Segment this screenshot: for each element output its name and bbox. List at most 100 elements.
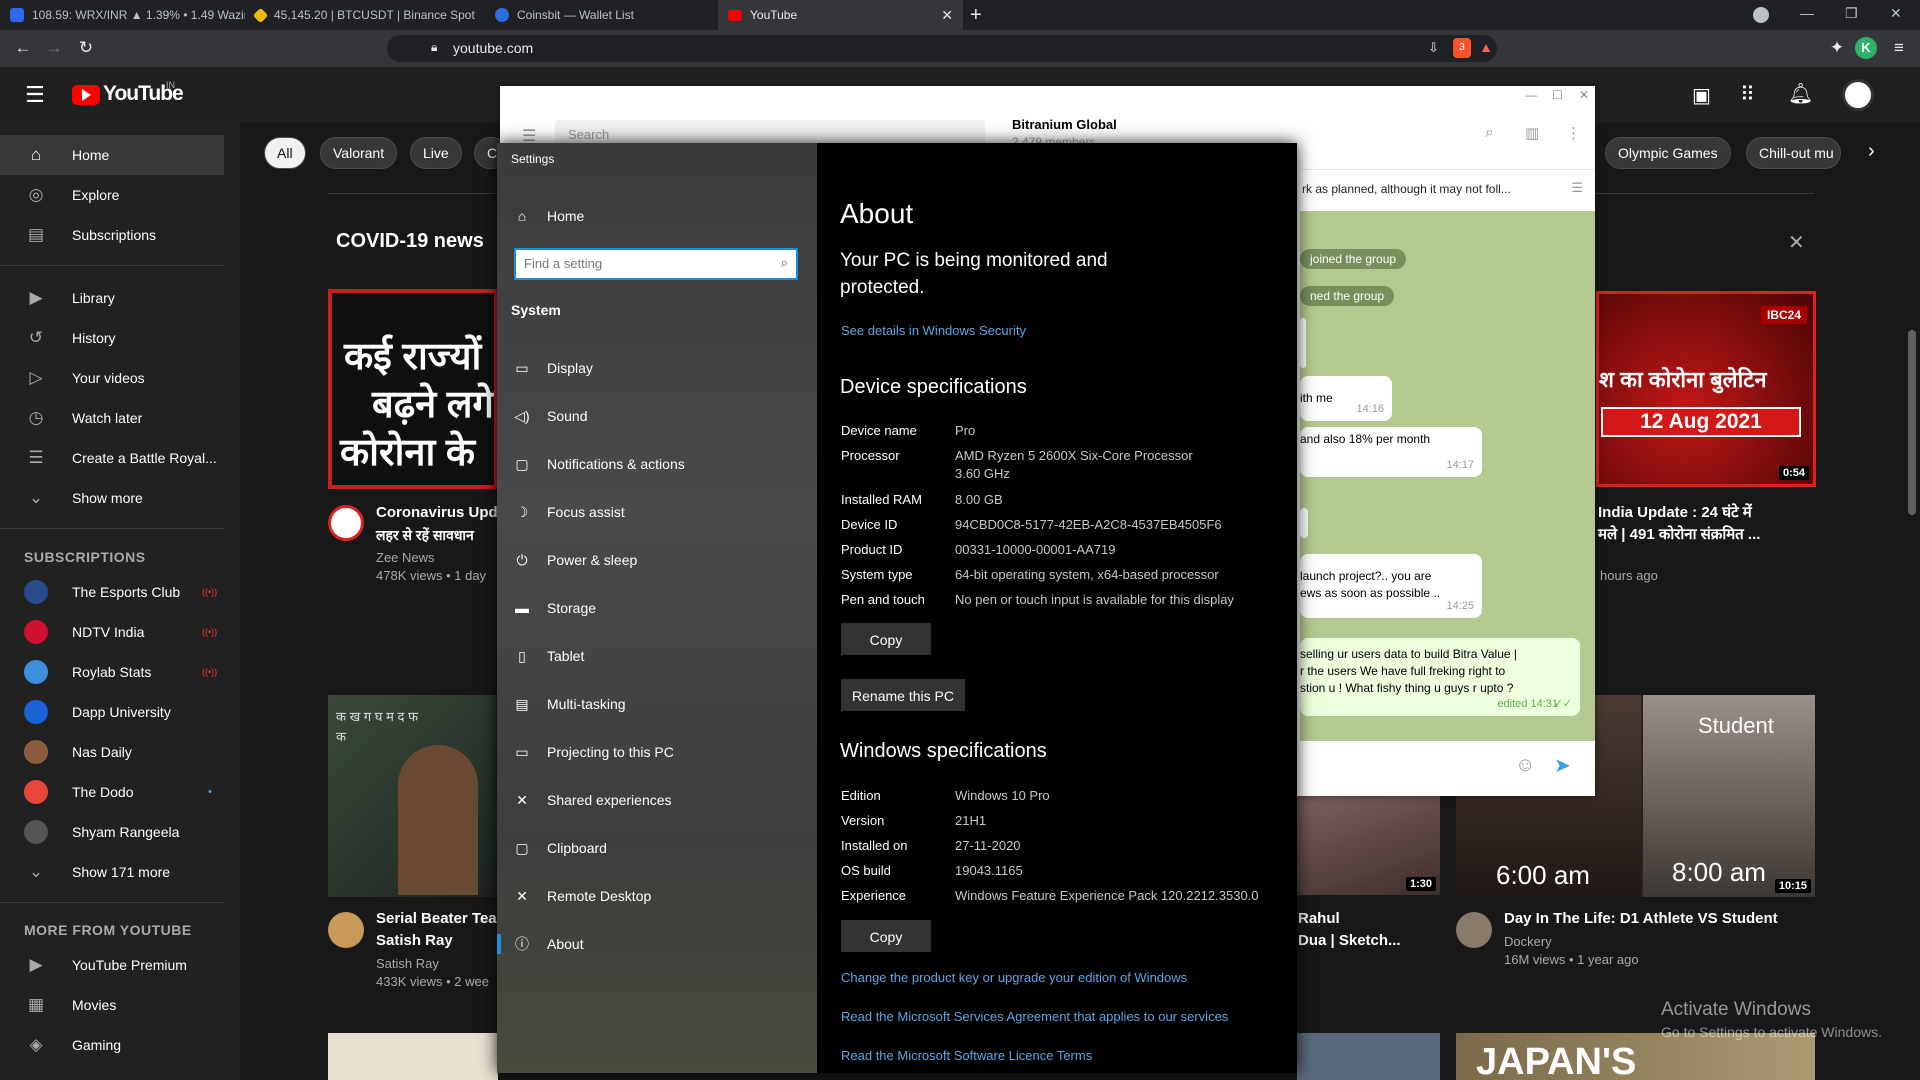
sidebar-item-your-videos[interactable]: ▷ Your videos bbox=[0, 358, 224, 398]
licence-terms-link[interactable]: Read the Microsoft Software Licence Term… bbox=[841, 1048, 1092, 1063]
video-title-line2[interactable]: Satish Ray bbox=[376, 930, 453, 952]
youtube-logo-icon[interactable] bbox=[72, 85, 100, 105]
sidebar-show-more-subs[interactable]: ⌄ Show 171 more bbox=[0, 852, 224, 892]
notifications-bell-icon[interactable]: 🔔︎ bbox=[1788, 81, 1813, 106]
chip-valorant[interactable]: Valorant bbox=[320, 137, 398, 169]
apps-grid-icon[interactable]: ⠿ bbox=[1740, 82, 1755, 107]
channel-avatar[interactable] bbox=[328, 505, 364, 541]
sidebar-item-playlist[interactable]: ☰ Create a Battle Royal... bbox=[0, 438, 224, 478]
video-thumbnail[interactable]: JAPAN'S bbox=[1456, 1033, 1815, 1080]
channel-name[interactable]: Zee News bbox=[376, 548, 435, 568]
sidebar-sub-roylab-stats[interactable]: Roylab Stats ((•)) bbox=[0, 652, 224, 692]
close-tab-icon[interactable]: ✕ bbox=[941, 7, 953, 24]
sidebar-item-explore[interactable]: ◎ Explore bbox=[0, 175, 224, 215]
minimize-browser-icon[interactable]: — bbox=[1800, 5, 1814, 21]
sidebar-item-movies[interactable]: ▦ Movies bbox=[0, 985, 224, 1025]
tg-close-icon[interactable]: ✕ bbox=[1579, 88, 1589, 102]
new-tab-button[interactable]: + bbox=[970, 4, 982, 27]
sidebar-sub-ndtv-india[interactable]: NDTV India ((•)) bbox=[0, 612, 224, 652]
settings-nav-remote-desktop[interactable]: ✕ Remote Desktop bbox=[497, 876, 817, 916]
account-avatar[interactable] bbox=[1842, 79, 1874, 111]
settings-nav-focus-assist[interactable]: ☽ Focus assist bbox=[497, 492, 817, 532]
tg-chat-title[interactable]: Bitranium Global bbox=[1012, 117, 1117, 132]
chip-all[interactable]: All bbox=[264, 137, 306, 169]
sidebar-item-home[interactable]: ⌂ Home bbox=[0, 135, 224, 175]
video-title[interactable]: Coronavirus Upd bbox=[376, 502, 498, 524]
video-title-line2[interactable]: मले | 491 कोरोना संक्रमित ... bbox=[1598, 524, 1760, 546]
tg-sidebar-icon[interactable]: ▥ bbox=[1525, 124, 1539, 142]
sidebar-sub-shyam-rangeela[interactable]: Shyam Rangeela bbox=[0, 812, 224, 852]
sidebar-item-show-more[interactable]: ⌄ Show more bbox=[0, 478, 224, 518]
rename-pc-button[interactable]: Rename this PC bbox=[841, 679, 965, 711]
sidebar-item-library[interactable]: ▶ Library bbox=[0, 278, 224, 318]
install-app-icon[interactable]: ⇩ bbox=[1428, 40, 1439, 56]
tg-maximize-icon[interactable]: ☐ bbox=[1552, 88, 1563, 102]
video-thumbnail[interactable]: IBC24 श का कोरोना बुलेटिन 12 Aug 2021 0:… bbox=[1596, 291, 1816, 487]
video-title[interactable]: Rahul bbox=[1298, 908, 1340, 930]
brave-shields-icon[interactable]: 3 bbox=[1453, 38, 1471, 58]
dismiss-shelf-icon[interactable]: ✕ bbox=[1788, 230, 1805, 255]
settings-nav-display[interactable]: ▭ Display bbox=[497, 348, 817, 388]
tg-more-icon[interactable]: ⋮ bbox=[1566, 124, 1581, 142]
back-icon[interactable]: ← bbox=[12, 37, 34, 59]
sidebar-item-youtube-premium[interactable]: ▶ YouTube Premium bbox=[0, 945, 224, 985]
settings-nav-sound[interactable]: ◁) Sound bbox=[497, 396, 817, 436]
tab-binance[interactable]: 45,145.20 | BTCUSDT | Binance Spot bbox=[245, 0, 485, 30]
channel-name[interactable]: Satish Ray bbox=[376, 954, 439, 974]
video-thumbnail[interactable]: क ख ग घ म द फ क bbox=[328, 695, 498, 897]
pin-icon[interactable]: ☰ bbox=[1571, 180, 1583, 196]
brave-rewards-icon[interactable]: ▲ bbox=[1479, 39, 1493, 55]
settings-nav-power-sleep[interactable]: ⏻ Power & sleep bbox=[497, 540, 817, 580]
video-thumbnail[interactable]: कई राज्यों बढ़ने लगे कोरोना के bbox=[328, 289, 498, 489]
settings-nav-notifications-actions[interactable]: ▢ Notifications & actions bbox=[497, 444, 817, 484]
tg-minimize-icon[interactable]: — bbox=[1525, 88, 1537, 102]
settings-nav-multi-tasking[interactable]: ▤ Multi-tasking bbox=[497, 684, 817, 724]
extensions-icon[interactable]: ✦ bbox=[1826, 37, 1848, 59]
video-title[interactable]: Serial Beater Tea bbox=[376, 908, 497, 930]
tg-search-icon[interactable]: ⌕ bbox=[1485, 124, 1494, 142]
page-scrollbar-thumb[interactable] bbox=[1908, 330, 1916, 515]
video-thumbnail[interactable] bbox=[1297, 1033, 1440, 1080]
settings-nav-clipboard[interactable]: ▢ Clipboard bbox=[497, 828, 817, 868]
settings-nav-projecting-to-this-pc[interactable]: ▭ Projecting to this PC bbox=[497, 732, 817, 772]
close-browser-icon[interactable]: ✕ bbox=[1890, 5, 1902, 22]
settings-nav-tablet[interactable]: ▯ Tablet bbox=[497, 636, 817, 676]
tab-coinsbit[interactable]: Coinsbit — Wallet List bbox=[485, 0, 725, 30]
sidebar-item-history[interactable]: ↺ History bbox=[0, 318, 224, 358]
settings-nav-shared-experiences[interactable]: ✕ Shared experiences bbox=[497, 780, 817, 820]
settings-nav-about[interactable]: ⓘ About bbox=[497, 924, 817, 964]
sidebar-item-subscriptions[interactable]: ▤ Subscriptions bbox=[0, 215, 224, 255]
video-thumbnail[interactable] bbox=[328, 1033, 498, 1080]
tab-wazirx[interactable]: 108.59: WRX/INR ▲ 1.39% • 1.49 Wazirx bbox=[0, 0, 245, 30]
video-title-line2[interactable]: लहर से रहें सावधान bbox=[376, 524, 474, 546]
channel-avatar[interactable] bbox=[328, 912, 364, 948]
settings-nav-storage[interactable]: ▬ Storage bbox=[497, 588, 817, 628]
tab-search-icon[interactable] bbox=[1753, 7, 1769, 23]
settings-nav-home[interactable]: ⌂ Home bbox=[497, 196, 817, 236]
chip-olympic-games[interactable]: Olympic Games bbox=[1605, 137, 1731, 169]
tg-compose-bar[interactable]: ☺ ➤ bbox=[1300, 741, 1595, 796]
browser-menu-icon[interactable]: ≡ bbox=[1888, 37, 1910, 59]
reload-icon[interactable]: ↻ bbox=[75, 37, 97, 59]
chip-chill-out[interactable]: Chill-out mu bbox=[1746, 137, 1841, 169]
tab-youtube[interactable]: YouTube ✕ bbox=[718, 0, 963, 30]
sidebar-sub-dapp-university[interactable]: Dapp University bbox=[0, 692, 224, 732]
copy-windows-specs-button[interactable]: Copy bbox=[841, 920, 931, 952]
copy-device-specs-button[interactable]: Copy bbox=[841, 623, 931, 655]
video-title[interactable]: India Update : 24 घंटे में bbox=[1598, 502, 1752, 524]
chevron-right-icon[interactable]: › bbox=[1868, 140, 1875, 163]
restore-browser-icon[interactable]: ❐ bbox=[1845, 5, 1858, 22]
sidebar-item-watch-later[interactable]: ◷ Watch later bbox=[0, 398, 224, 438]
sidebar-sub-esports-club[interactable]: The Esports Club ((•)) bbox=[0, 572, 224, 612]
profile-avatar[interactable]: K bbox=[1855, 37, 1877, 59]
channel-name[interactable]: Dockery bbox=[1504, 932, 1552, 952]
sidebar-sub-nas-daily[interactable]: Nas Daily bbox=[0, 732, 224, 772]
create-video-icon[interactable]: ▣ bbox=[1692, 83, 1711, 108]
video-title-line2[interactable]: Dua | Sketch... bbox=[1298, 930, 1401, 952]
windows-security-link[interactable]: See details in Windows Security bbox=[841, 323, 1026, 338]
send-icon[interactable]: ➤ bbox=[1554, 753, 1571, 778]
sidebar-item-gaming[interactable]: ◈ Gaming bbox=[0, 1025, 224, 1065]
forward-icon[interactable]: → bbox=[43, 37, 65, 59]
channel-avatar[interactable] bbox=[1456, 912, 1492, 948]
services-agreement-link[interactable]: Read the Microsoft Services Agreement th… bbox=[841, 1009, 1228, 1024]
